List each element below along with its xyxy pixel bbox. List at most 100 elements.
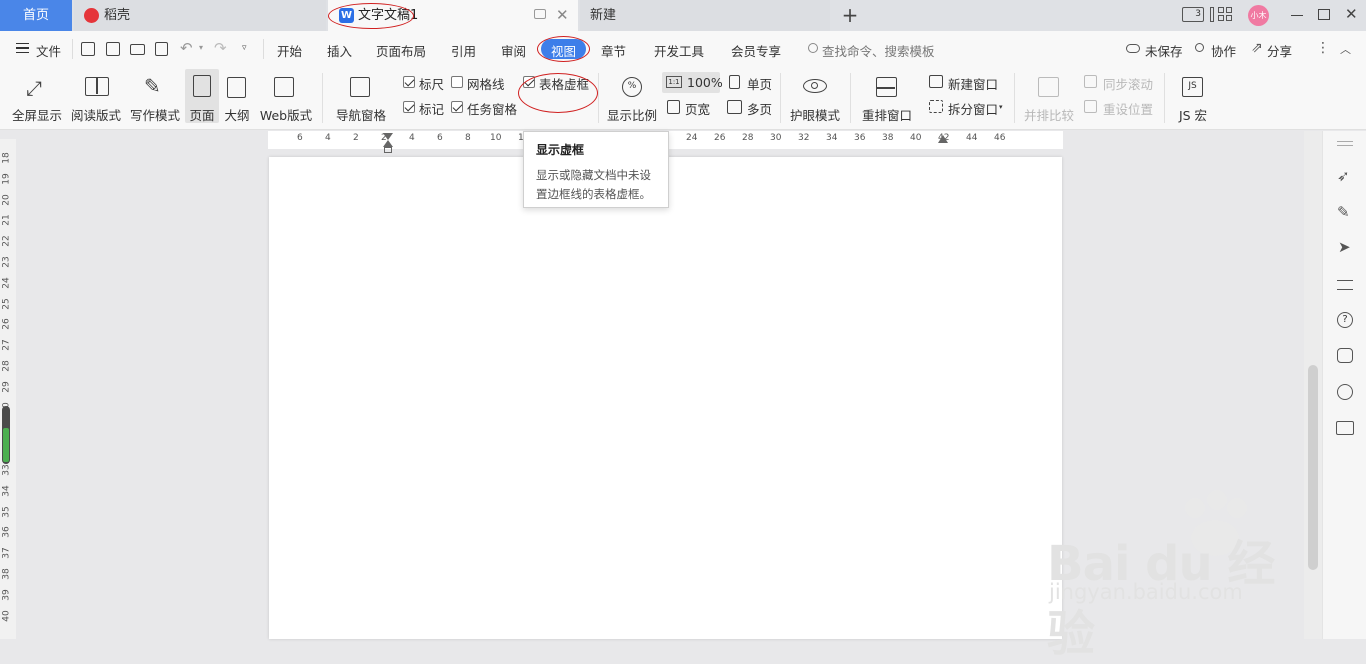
restore-icon[interactable]: [1318, 9, 1330, 20]
vruler-tick-label: 23: [1, 256, 12, 268]
menu-tab-references[interactable]: 引用: [451, 41, 476, 60]
print-icon[interactable]: [130, 44, 145, 55]
multi-page-icon: [727, 100, 742, 114]
writing-mode-label: 写作模式: [129, 108, 180, 123]
rocket-icon[interactable]: ➶: [1337, 167, 1350, 185]
command-search-input[interactable]: 查找命令、搜索模板: [822, 41, 935, 60]
scrollbar-thumb[interactable]: [1308, 365, 1318, 570]
menu-tab-page-layout[interactable]: 页面布局: [376, 41, 426, 60]
ruler-checkbox[interactable]: [403, 76, 415, 88]
menu-bar: 文件 ↶ ▾ ↷ ▿ 开始 插入 页面布局 引用 审阅 视图 章节 开发工具 会…: [0, 31, 1366, 67]
hruler-tick-label: 44: [966, 133, 978, 143]
sync-scroll-button[interactable]: 同步滚动: [1103, 74, 1153, 93]
new-window-button[interactable]: 新建窗口: [948, 74, 998, 93]
js-macro-button[interactable]: JS JS 宏: [1170, 71, 1216, 123]
gridlines-checkbox[interactable]: [451, 76, 463, 88]
customize-toolbar-icon[interactable]: ▿: [242, 43, 247, 53]
vruler-tick-label: 37: [1, 547, 12, 559]
backup-icon[interactable]: [1337, 348, 1353, 363]
menu-tab-start[interactable]: 开始: [277, 41, 302, 60]
vruler-tick-label: 22: [1, 235, 12, 247]
zoom-100-label: 100%: [687, 75, 723, 90]
page-view-button[interactable]: 页面: [185, 69, 219, 123]
vertical-scrollbar[interactable]: [1304, 131, 1322, 639]
vruler-tick-label: 26: [1, 318, 12, 331]
ruler-label: 标尺: [419, 77, 445, 92]
side-by-side-label: 并排比较: [1023, 108, 1074, 123]
hruler-tick-label: 2: [353, 133, 359, 143]
js-macro-label: JS 宏: [1178, 108, 1208, 123]
document-page[interactable]: [269, 157, 1062, 639]
hamburger-menu-icon[interactable]: [16, 43, 29, 53]
edit-icon[interactable]: ✎: [1337, 203, 1350, 221]
more-options-icon[interactable]: ⋮: [1316, 40, 1330, 56]
print-preview-icon[interactable]: [155, 42, 168, 56]
tab-daoke[interactable]: 稻壳: [74, 0, 326, 31]
lightbulb-icon[interactable]: [1337, 384, 1353, 400]
side-by-side-button[interactable]: 并排比较: [1020, 71, 1078, 123]
outline-view-button[interactable]: 大纲: [222, 71, 252, 123]
hruler-tick-label: 6: [437, 133, 443, 143]
cloud-icon: [1126, 44, 1140, 53]
rearrange-windows-button[interactable]: 重排窗口: [856, 71, 918, 123]
writing-mode-button[interactable]: ✎ 写作模式: [128, 71, 182, 123]
apps-grid-icon[interactable]: [1218, 7, 1233, 22]
undo-icon[interactable]: ↶: [180, 39, 193, 57]
avatar[interactable]: 小木: [1248, 5, 1269, 26]
window-layout-button[interactable]: 3: [1182, 7, 1204, 22]
float-window-icon[interactable]: [534, 9, 546, 19]
nav-pane-button[interactable]: 导航窗格: [330, 71, 392, 123]
menu-tab-review[interactable]: 审阅: [501, 41, 526, 60]
task-pane-checkbox[interactable]: [451, 101, 463, 113]
fullscreen-label: 全屏显示: [11, 108, 62, 123]
vertical-ruler-marker[interactable]: [2, 406, 10, 464]
collapse-ribbon-icon[interactable]: ︿: [1340, 41, 1351, 57]
split-window-button[interactable]: 拆分窗口: [948, 99, 998, 118]
collaborate-icon: [1195, 43, 1204, 52]
vruler-tick-label: 38: [1, 568, 12, 580]
cursor-select-icon[interactable]: ➤: [1338, 238, 1351, 256]
reading-book-icon[interactable]: [1336, 421, 1354, 435]
menu-tab-chapter[interactable]: 章节: [601, 41, 626, 60]
right-indent-marker-icon[interactable]: [938, 135, 948, 143]
unsaved-status[interactable]: 未保存: [1145, 41, 1183, 60]
menu-tab-insert[interactable]: 插入: [327, 41, 352, 60]
redo-icon[interactable]: ↷: [214, 39, 227, 57]
reading-layout-button[interactable]: 阅读版式: [70, 71, 122, 123]
multi-page-button[interactable]: 多页: [747, 99, 772, 118]
eye-protection-button[interactable]: 护眼模式: [786, 71, 844, 123]
close-window-icon[interactable]: ✕: [1345, 5, 1358, 23]
reset-position-button[interactable]: 重设位置: [1103, 99, 1153, 118]
settings-sliders-icon[interactable]: [1337, 280, 1353, 290]
help-icon[interactable]: ?: [1337, 312, 1353, 328]
hruler-tick-label: 24: [686, 133, 698, 143]
split-dropdown-icon[interactable]: ▾: [999, 103, 1003, 111]
tab-new-label: 新建: [590, 8, 617, 23]
file-menu[interactable]: 文件: [36, 41, 61, 60]
share-button[interactable]: 分享: [1267, 41, 1292, 60]
single-page-button[interactable]: 单页: [747, 74, 772, 93]
collaborate-button[interactable]: 协作: [1211, 41, 1236, 60]
menu-tab-member[interactable]: 会员专享: [731, 41, 781, 60]
watermark-url: jingyan.baidu.com: [1049, 580, 1243, 604]
export-pdf-icon[interactable]: [106, 42, 120, 56]
marks-checkbox[interactable]: [403, 101, 415, 113]
web-layout-button[interactable]: Web版式: [256, 71, 316, 123]
tooltip: 显示虚框 显示或隐藏文档中未设置边框线的表格虚框。: [523, 131, 669, 208]
indent-marker-icon[interactable]: [383, 133, 393, 153]
close-tab-icon[interactable]: ✕: [556, 0, 569, 31]
zoom-button[interactable]: % 显示比例: [604, 71, 660, 123]
vertical-ruler[interactable]: 1819202122232425262728293031323334353637…: [0, 139, 16, 639]
page-width-button[interactable]: 页宽: [685, 99, 710, 118]
minimize-icon[interactable]: [1291, 15, 1303, 16]
undo-dropdown-icon[interactable]: ▾: [199, 43, 203, 52]
zoom-100-button[interactable]: 1:1 100%: [662, 72, 723, 93]
vruler-tick-label: 18: [1, 152, 12, 164]
tab-home[interactable]: 首页: [0, 0, 72, 31]
save-icon[interactable]: [81, 42, 95, 56]
add-tab-button[interactable]: +: [840, 0, 860, 31]
menu-tab-developer[interactable]: 开发工具: [654, 41, 704, 60]
annotation-circle-view-tab: [537, 36, 590, 62]
tab-new[interactable]: 新建: [580, 0, 830, 31]
fullscreen-button[interactable]: ⤢ 全屏显示: [8, 71, 66, 123]
